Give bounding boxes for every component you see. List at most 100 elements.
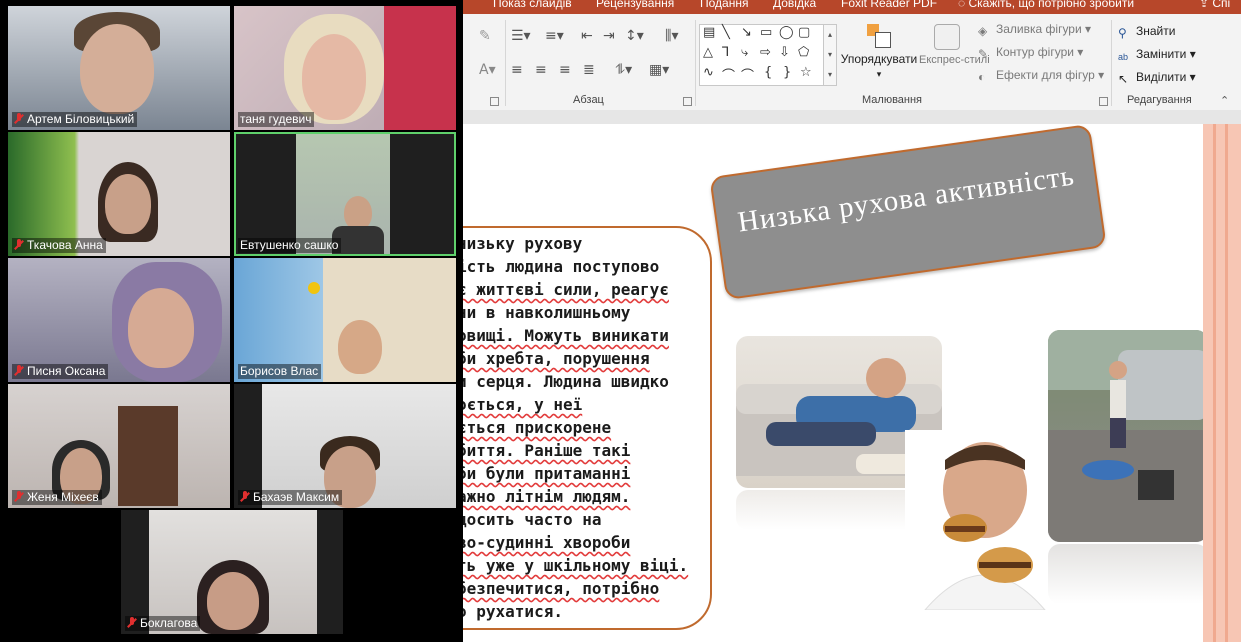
- separator: [505, 20, 506, 106]
- editing-group-label: Редагування: [1127, 94, 1192, 106]
- star-shape-icon[interactable]: ☆: [800, 65, 812, 80]
- oval-shape-icon[interactable]: ◯: [779, 25, 794, 40]
- decrease-indent-icon[interactable]: ⇤: [581, 28, 593, 44]
- text-direction-icon[interactable]: ⥮▾: [615, 62, 632, 78]
- slide-body-text[interactable]: низьку рухову ість людина поступово є жи…: [463, 232, 757, 623]
- curve-shape-icon[interactable]: ∿: [703, 65, 714, 80]
- participant-tile[interactable]: Борисов Влас: [234, 258, 456, 382]
- line-shape-icon[interactable]: ╲: [722, 25, 730, 40]
- columns-icon[interactable]: ⫼▾: [665, 28, 678, 44]
- find-button[interactable]: ⚲ Знайти: [1118, 24, 1175, 40]
- format-painter-icon[interactable]: ✎: [479, 28, 491, 44]
- textbox-shape-icon[interactable]: ▤: [703, 25, 715, 40]
- rectangle-shape-icon[interactable]: ▭: [760, 25, 772, 40]
- slide-title-box[interactable]: Низька рухова активність: [709, 124, 1107, 301]
- select-button[interactable]: ↖ Виділити ▾: [1118, 70, 1196, 86]
- shape-effects-button[interactable]: ◐ Ефекти для фігур ▾: [978, 68, 1104, 84]
- participant-face: [207, 572, 259, 630]
- quick-styles-icon: [934, 24, 960, 50]
- separator: [1111, 20, 1112, 106]
- body-line: овищі. Можуть виникати: [463, 326, 669, 345]
- align-right-icon[interactable]: ≡: [559, 62, 571, 78]
- font-group-launcher[interactable]: [490, 97, 499, 106]
- line-spacing-icon[interactable]: ↕▾: [625, 28, 644, 44]
- drawing-group-label: Малювання: [862, 94, 923, 106]
- participant-face: [128, 288, 194, 368]
- participant-tile-active-speaker[interactable]: Евтушенко сашко: [234, 132, 456, 256]
- participant-name: Женя Міхеєв: [12, 490, 102, 505]
- gallery-scroll[interactable]: ▴ ▾ ▾: [823, 25, 836, 85]
- tab-foxit[interactable]: Foxit Reader PDF: [841, 0, 937, 10]
- participant-name: Боклагова: [125, 616, 201, 631]
- muted-mic-icon: [14, 491, 24, 503]
- edge-stripe: [1213, 124, 1216, 642]
- photo-boy-burger[interactable]: [905, 430, 1055, 610]
- collapse-ribbon-icon[interactable]: ⌃: [1220, 94, 1229, 107]
- rounded-rect-shape-icon[interactable]: ▢: [798, 25, 810, 40]
- smartart-icon[interactable]: ▦▾: [649, 62, 669, 78]
- font-color-icon[interactable]: A▾: [479, 62, 496, 78]
- participant-face: [302, 34, 366, 120]
- participant-tile[interactable]: Женя Міхеєв: [8, 384, 230, 508]
- shape-fill-button[interactable]: ◈ Заливка фігури ▾: [978, 22, 1091, 38]
- justify-icon[interactable]: ≣: [583, 62, 595, 78]
- tab-view[interactable]: Подання: [700, 0, 748, 10]
- down-arrow-shape-icon[interactable]: ⇩: [779, 45, 790, 60]
- shape-outline-button[interactable]: ✎ Контур фігури ▾: [978, 45, 1083, 61]
- participant-tile[interactable]: таня гудевич: [234, 6, 456, 130]
- tab-help[interactable]: Довідка: [773, 0, 816, 10]
- slide-canvas[interactable]: низьку рухову ість людина поступово є жи…: [463, 124, 1203, 642]
- tab-review[interactable]: Рецензування: [596, 0, 674, 10]
- street-illustration: [1048, 330, 1203, 542]
- paint-bucket-icon: ◈: [978, 24, 988, 38]
- brace-left-shape-icon[interactable]: {: [764, 65, 772, 80]
- separator: [695, 20, 696, 106]
- wall-poster: [384, 6, 456, 130]
- tell-me-search[interactable]: ◌ Скажіть, що потрібно зробити: [958, 0, 1134, 10]
- participant-tile[interactable]: Бахаэв Максим: [234, 384, 456, 508]
- participant-tile[interactable]: Писня Оксана: [8, 258, 230, 382]
- align-center-icon[interactable]: ≡: [535, 62, 547, 78]
- arrow-shape-icon[interactable]: ↘: [741, 25, 752, 40]
- participant-tile[interactable]: Артем Біловицький: [8, 6, 230, 130]
- align-left-icon[interactable]: ≡: [511, 62, 523, 78]
- paragraph-group-launcher[interactable]: [683, 97, 692, 106]
- share-button[interactable]: ⇪ Спі: [1199, 0, 1230, 10]
- bullets-icon[interactable]: ☰▾: [511, 28, 531, 44]
- burger-illustration: [924, 442, 1046, 610]
- brace-right-shape-icon[interactable]: }: [783, 65, 791, 80]
- participant-name: таня гудевич: [238, 112, 315, 127]
- participant-name: Артем Біловицький: [12, 112, 138, 127]
- muted-mic-icon: [127, 617, 137, 629]
- freeform-shape-icon[interactable]: ⌒: [741, 65, 754, 84]
- body-line: є життєві сили, реагує: [463, 280, 669, 299]
- wall-smiley: [308, 282, 320, 294]
- body-line: во-судинні хвороби: [463, 533, 631, 552]
- edge-stripe: [1225, 124, 1228, 642]
- ribbon-tab-bar: Показ слайдів Рецензування Подання Довід…: [463, 0, 1241, 14]
- muted-mic-icon: [14, 239, 24, 251]
- right-arrow-shape-icon[interactable]: ⇨: [760, 45, 771, 60]
- replace-button[interactable]: ab Замінити ▾: [1118, 47, 1196, 64]
- numbering-icon[interactable]: ≡▾: [545, 28, 564, 44]
- elbow-shape-icon[interactable]: ⅂: [722, 45, 729, 60]
- body-line: досить часто на: [463, 510, 602, 529]
- quick-styles-button[interactable]: Експрес-стилі: [919, 24, 990, 66]
- drawing-group-launcher[interactable]: [1099, 97, 1108, 106]
- arc-shape-icon[interactable]: ⌒: [722, 65, 735, 84]
- increase-indent-icon[interactable]: ⇥: [603, 28, 615, 44]
- triangle-shape-icon[interactable]: △: [703, 45, 713, 60]
- participant-tile[interactable]: Ткачова Анна: [8, 132, 230, 256]
- callout-shape-icon[interactable]: ⬠: [798, 45, 809, 60]
- body-line: низьку рухову: [463, 234, 583, 253]
- body-line: биття. Раніше такі: [463, 441, 631, 460]
- tab-slide-show[interactable]: Показ слайдів: [493, 0, 572, 10]
- slide-edge-decoration: [1203, 124, 1241, 642]
- connector-shape-icon[interactable]: ⤷: [741, 45, 748, 60]
- participant-tile[interactable]: Боклагова: [121, 510, 343, 634]
- shapes-gallery[interactable]: ▤ ╲ ↘ ▭ ◯ ▢ △ ⅂ ⤷ ⇨ ⇩ ⬠ ∿ ⌒ ⌒ { } ☆ ▴ ▾ ▾: [699, 24, 837, 86]
- arrange-button[interactable]: Упорядкувати ▾: [840, 24, 918, 80]
- participant-face: [105, 174, 151, 234]
- effects-icon: ◐: [978, 70, 986, 84]
- photo-man-dragging-boy[interactable]: [1048, 330, 1203, 542]
